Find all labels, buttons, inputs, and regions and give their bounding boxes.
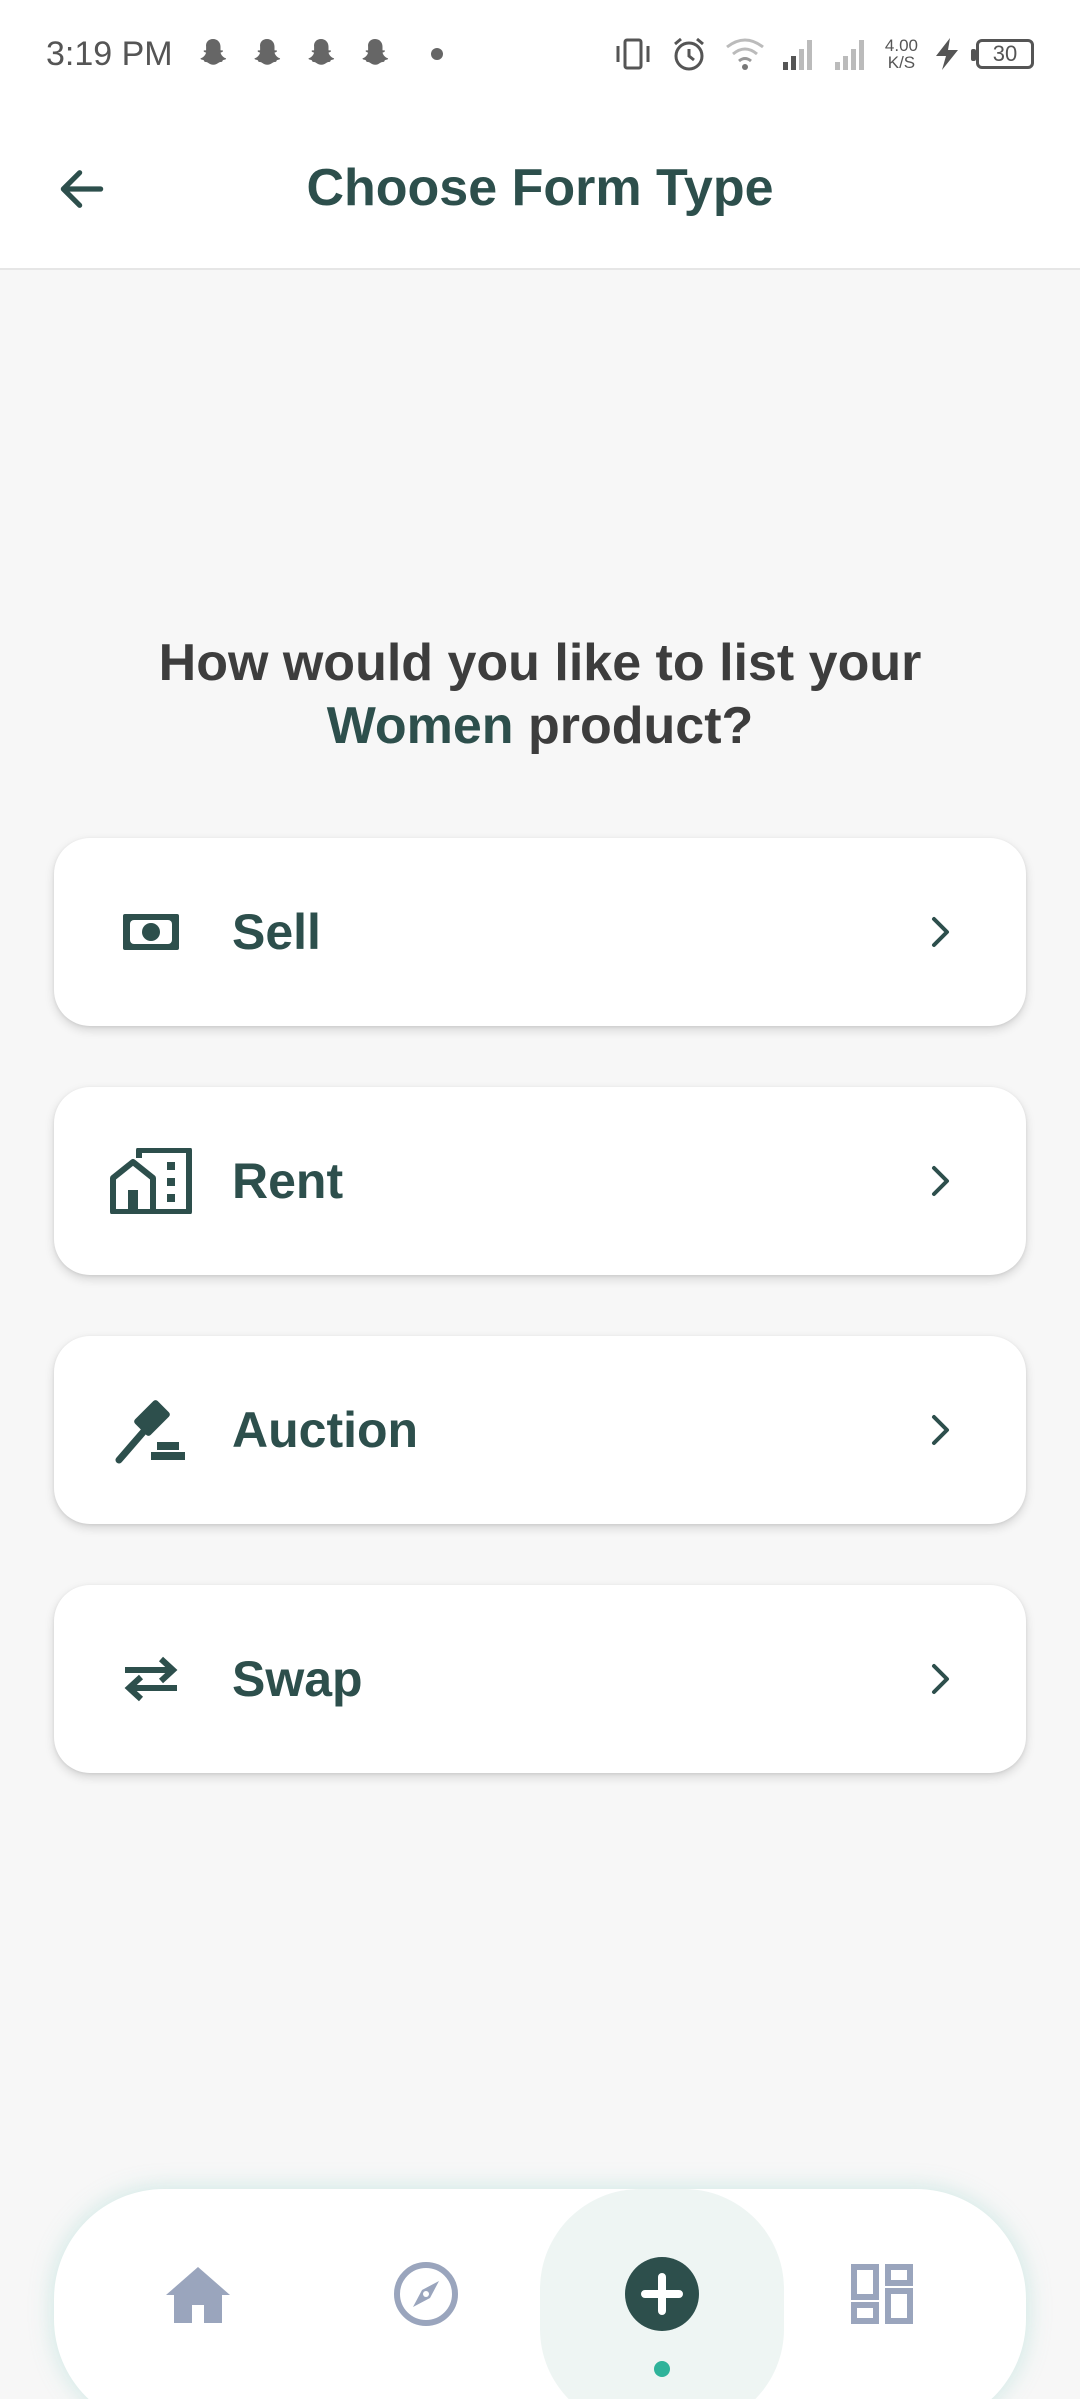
battery-level: 30 — [992, 41, 1018, 66]
home-icon — [166, 2267, 230, 2323]
nav-active-indicator — [654, 2361, 670, 2377]
charging-icon — [936, 38, 958, 70]
question-suffix: product? — [513, 697, 754, 755]
option-sell[interactable]: Sell — [54, 838, 1026, 1026]
question-line-2: Women product? — [0, 695, 1080, 758]
nav-home[interactable] — [98, 2189, 298, 2399]
question-line-1: How would you like to list your — [158, 634, 922, 692]
signal-icon — [834, 40, 864, 70]
option-label: Auction — [232, 1402, 419, 1458]
chevron-right-icon — [920, 1659, 960, 1699]
option-label: Rent — [232, 1153, 344, 1209]
snapchat-icon — [362, 39, 388, 65]
form-type-question: How would you like to list your Women pr… — [0, 632, 1080, 758]
page-title: Choose Form Type — [306, 159, 774, 217]
app-bar: Choose Form Type — [0, 108, 1080, 270]
signal-icon — [782, 40, 812, 70]
network-speed: 4.00 K/S — [885, 37, 918, 71]
gavel-icon — [106, 1385, 196, 1475]
option-auction[interactable]: Auction — [54, 1336, 1026, 1524]
battery-indicator: 30 — [971, 39, 1034, 69]
chevron-right-icon — [920, 1410, 960, 1450]
snapchat-icon — [200, 39, 226, 65]
network-speed-value: 4.00 — [884, 36, 918, 55]
screen: 3:19 PM 4.00 K/S 30 Choose Form Type How… — [0, 0, 1080, 2399]
compass-icon — [394, 2262, 458, 2326]
snapchat-icon — [254, 39, 280, 65]
snapchat-icon — [308, 39, 334, 65]
status-bar: 3:19 PM 4.00 K/S 30 — [0, 0, 1080, 108]
option-label: Swap — [232, 1651, 363, 1707]
wifi-icon — [725, 38, 764, 70]
plus-circle-icon — [625, 2257, 699, 2331]
more-notifications-dot — [430, 48, 443, 60]
nav-dashboard[interactable] — [782, 2189, 982, 2399]
chevron-right-icon — [920, 912, 960, 952]
swap-arrows-icon — [106, 1634, 196, 1724]
dashboard-icon — [851, 2264, 913, 2324]
cash-icon — [106, 887, 196, 977]
chevron-right-icon — [920, 1161, 960, 1201]
product-category: Women — [326, 697, 514, 755]
option-swap[interactable]: Swap — [54, 1585, 1026, 1773]
nav-explore[interactable] — [326, 2189, 526, 2399]
notification-icons — [195, 36, 443, 72]
option-rent[interactable]: Rent — [54, 1087, 1026, 1275]
alarm-icon — [673, 37, 704, 71]
vibrate-icon — [616, 38, 650, 70]
status-right-icons: 4.00 K/S 30 — [611, 0, 1034, 108]
status-time: 3:19 PM — [46, 34, 173, 73]
bottom-navigation — [54, 2189, 1026, 2399]
option-label: Sell — [232, 904, 321, 960]
network-speed-unit: K/S — [887, 53, 916, 72]
building-icon — [106, 1136, 196, 1226]
